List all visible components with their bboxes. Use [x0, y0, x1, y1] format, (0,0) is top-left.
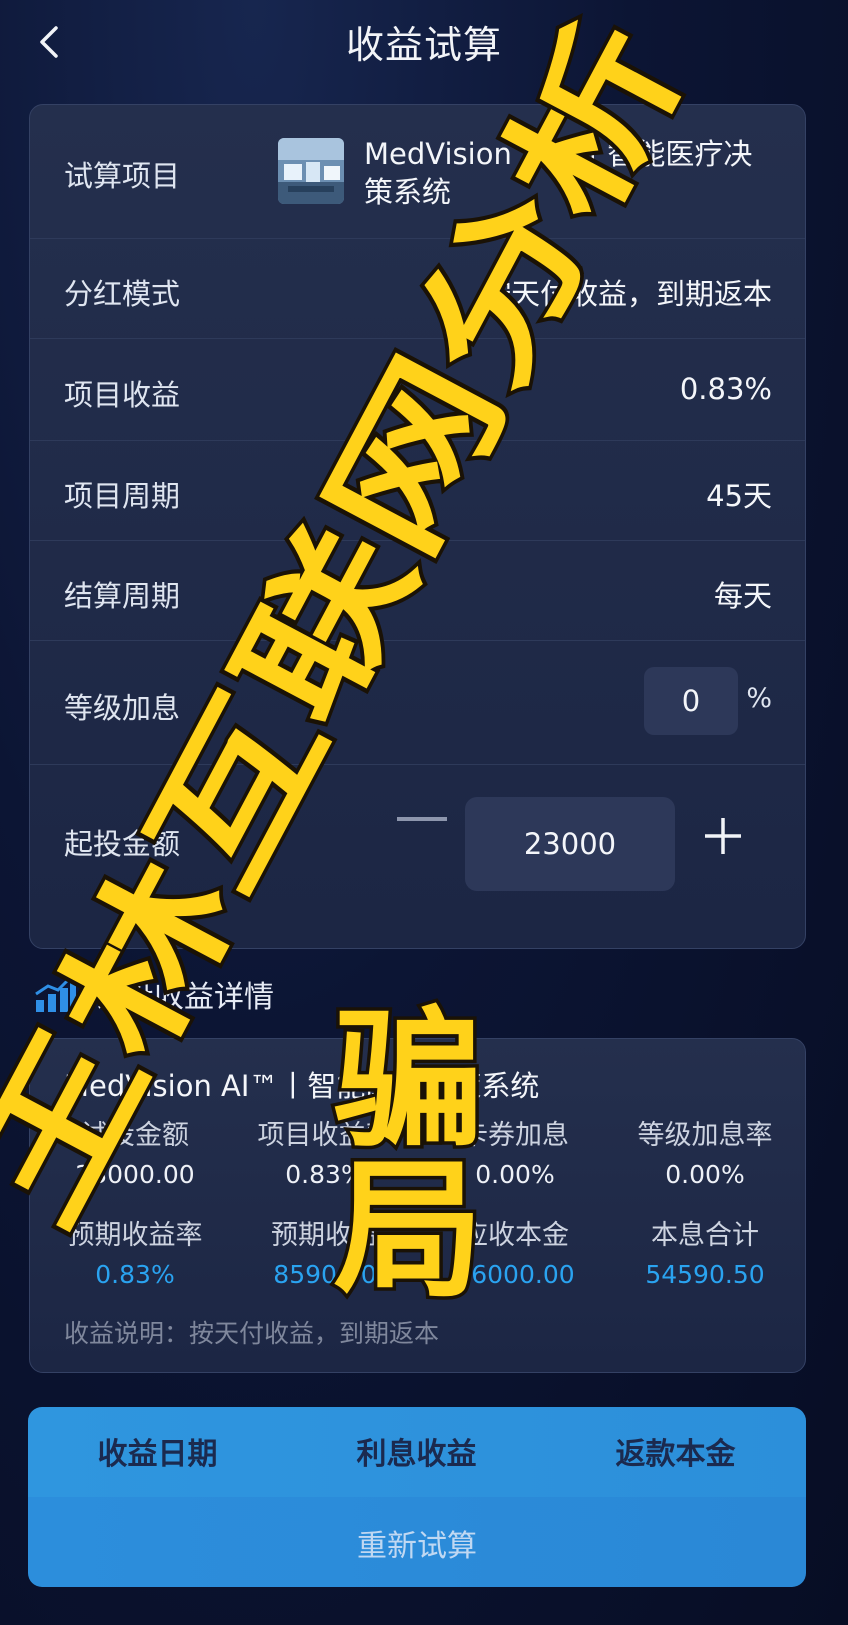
details-project-title: MedVision AI™丨智能医疗决策系统 — [64, 1069, 540, 1103]
calculator-form-card: 试算项目 MedVision AI™丨智能医疗决策系统 分红模式 按天付收益，到… — [29, 104, 806, 949]
detail-cell: 预期收益率 0.83% — [40, 1213, 230, 1289]
detail-cell: 项目收益率 0.83% — [230, 1113, 420, 1189]
column-header-principal: 返款本金 — [615, 1437, 736, 1472]
settlement-period-label: 结算周期 — [64, 579, 181, 613]
level-bonus-input[interactable] — [644, 667, 738, 735]
level-bonus-label: 等级加息 — [64, 691, 181, 725]
column-header-date: 收益日期 — [97, 1437, 218, 1472]
decrease-amount-button[interactable] — [397, 817, 447, 821]
detail-cell: 本息合计 54590.50 — [610, 1213, 800, 1289]
return-details-card: MedVision AI™丨智能医疗决策系统 试投金额 23000.00 项目收… — [29, 1038, 806, 1373]
investment-amount-input[interactable] — [465, 797, 675, 891]
detail-cell: 预期收益 8590.50 — [230, 1213, 420, 1289]
return-note: 收益说明：按天付收益，到期返本 — [64, 1319, 440, 1348]
detail-value: 46000.00 — [455, 1260, 575, 1289]
project-return-label: 项目收益 — [64, 378, 181, 412]
increase-amount-button[interactable] — [702, 815, 744, 857]
dividend-mode-row: 分红模式 按天付收益，到期返本 — [30, 239, 805, 339]
detail-cell: 卡券加息 0.00% — [420, 1113, 610, 1189]
project-row: 试算项目 MedVision AI™丨智能医疗决策系统 — [30, 105, 805, 239]
column-header-interest: 利息收益 — [356, 1437, 477, 1472]
detail-value: 0.00% — [475, 1160, 555, 1189]
detail-label: 本息合计 — [651, 1220, 759, 1251]
top-bar: 收益试算 — [0, 0, 848, 84]
percent-unit: % — [746, 683, 772, 714]
project-period-row: 项目周期 45天 — [30, 441, 805, 541]
detail-value: 0.83% — [285, 1160, 365, 1189]
min-investment-row: 起投金额 — [30, 765, 805, 948]
dividend-mode-value: 按天付收益，到期返本 — [481, 277, 772, 311]
detail-value: 0.00% — [665, 1160, 745, 1189]
min-investment-label: 起投金额 — [64, 827, 181, 861]
settlement-period-row: 结算周期 每天 — [30, 541, 805, 641]
detail-cell: 试投金额 23000.00 — [40, 1113, 230, 1189]
page-title: 收益试算 — [345, 23, 502, 67]
details-section-title: 试投收益详情 — [94, 980, 274, 1015]
detail-value: 0.83% — [95, 1260, 175, 1289]
detail-value: 8590.50 — [273, 1260, 377, 1289]
project-return-row: 项目收益 0.83% — [30, 339, 805, 441]
detail-cell: 应收本金 46000.00 — [420, 1213, 610, 1289]
bar-chart-icon — [35, 974, 76, 1012]
detail-label: 预期收益率 — [67, 1220, 203, 1251]
detail-label: 应收本金 — [461, 1220, 569, 1251]
settlement-period-value: 每天 — [713, 579, 772, 613]
detail-label: 等级加息率 — [637, 1120, 773, 1151]
dividend-mode-label: 分红模式 — [64, 277, 181, 311]
schedule-table-header: 收益日期 利息收益 返款本金 — [28, 1407, 806, 1497]
project-return-value: 0.83% — [679, 372, 772, 406]
detail-value: 54590.50 — [645, 1260, 765, 1289]
project-period-label: 项目周期 — [64, 479, 181, 513]
level-bonus-row: 等级加息 % — [30, 641, 805, 765]
detail-label: 试投金额 — [81, 1120, 189, 1151]
project-thumbnail — [278, 138, 344, 204]
detail-label: 项目收益率 — [257, 1120, 393, 1151]
detail-value: 23000.00 — [75, 1160, 195, 1189]
detail-cell: 等级加息率 0.00% — [610, 1113, 800, 1189]
detail-label: 预期收益 — [271, 1220, 379, 1251]
recalculate-button[interactable]: 重新试算 — [28, 1497, 806, 1587]
project-period-value: 45天 — [706, 479, 772, 513]
recalculate-label: 重新试算 — [357, 1529, 477, 1564]
detail-label: 卡券加息 — [461, 1120, 569, 1151]
project-label: 试算项目 — [64, 159, 181, 193]
project-name: MedVision AI™丨智能医疗决策系统 — [364, 137, 753, 209]
